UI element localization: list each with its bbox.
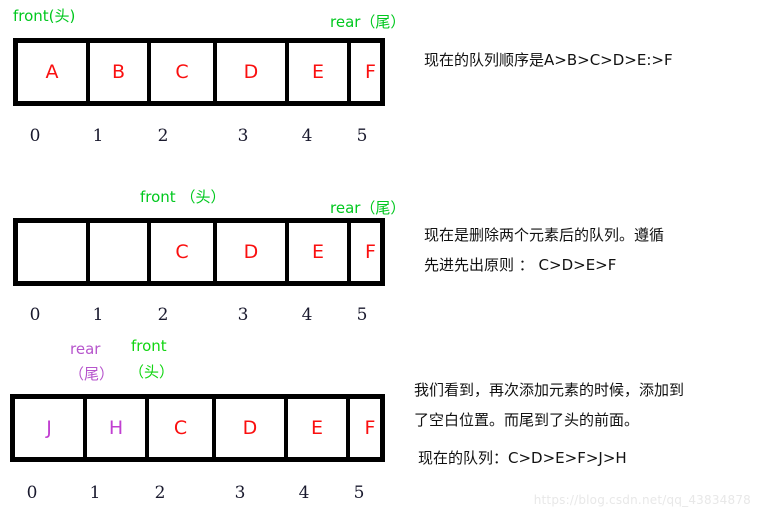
queue-cell: E: [289, 223, 347, 281]
index-label-3: 3: [234, 483, 246, 503]
cell-value: C: [175, 240, 189, 263]
cell-value: F: [364, 416, 376, 439]
cell-value: E: [310, 416, 323, 439]
note-after-dequeue-line1: 现在是删除两个元素后的队列。遵循: [424, 226, 665, 244]
index-label-0: 0: [29, 126, 41, 146]
index-label-4: 4: [301, 305, 313, 325]
queue-cell: [18, 223, 86, 281]
index-label-0: 0: [29, 305, 41, 325]
index-label-5: 5: [356, 305, 368, 325]
cell-value: F: [365, 240, 376, 263]
cell-value: C: [173, 416, 188, 439]
queue-cell: E: [289, 43, 347, 101]
index-label-0: 0: [26, 483, 38, 503]
index-label-2: 2: [157, 126, 169, 146]
cell-value: B: [111, 60, 126, 83]
queue-cell: D: [216, 399, 284, 457]
cell-value: D: [243, 240, 259, 263]
row2-rear-label: rear（尾）: [330, 199, 406, 217]
index-label-3: 3: [237, 305, 249, 325]
note-after-dequeue-line2: 先进先出原则 ： C>D>E>F: [424, 256, 617, 274]
queue-cell: D: [217, 43, 285, 101]
queue-row-circular: J H C D E F: [10, 394, 385, 462]
diagram-canvas: front(头) rear（尾） A B C D E F 0 1 2 3 4 5…: [0, 0, 759, 511]
row3-rear-label-cn: （尾）: [69, 365, 115, 383]
queue-cell: C: [149, 399, 212, 457]
queue-cell: B: [90, 43, 147, 101]
queue-cell: C: [151, 223, 213, 281]
index-label-1: 1: [89, 483, 101, 503]
index-label-3: 3: [237, 126, 249, 146]
cell-value: F: [365, 60, 376, 83]
cell-value: D: [242, 416, 258, 439]
queue-cell: D: [217, 223, 285, 281]
queue-cell: H: [87, 399, 145, 457]
index-label-5: 5: [356, 126, 368, 146]
index-label-2: 2: [154, 483, 166, 503]
note-initial-queue-line1: 现在的队列顺序是A>B>C>D>E:>F: [424, 51, 673, 69]
row1-rear-label: rear（尾）: [330, 13, 406, 31]
queue-cell: J: [15, 399, 83, 457]
cell-value: E: [311, 60, 324, 83]
note-circular-line2: 了空白位置。而尾到了头的前面。: [414, 411, 640, 429]
queue-row-after-dequeue: C D E F: [13, 218, 385, 286]
index-label-4: 4: [301, 126, 313, 146]
cell-value: E: [311, 240, 324, 263]
queue-cell: F: [350, 399, 390, 457]
row3-rear-label: rear: [70, 340, 101, 358]
index-label-1: 1: [92, 126, 104, 146]
cell-value: A: [45, 60, 59, 83]
note-circular-line1: 我们看到，再次添加元素的时候，添加到: [414, 381, 685, 399]
cell-value: H: [108, 416, 124, 439]
cell-value: D: [243, 60, 259, 83]
row3-front-label: front: [131, 337, 167, 355]
cell-value: C: [175, 60, 189, 83]
index-label-5: 5: [353, 483, 365, 503]
cell-value: J: [46, 416, 52, 439]
note-circular-line3: 现在的队列：C>D>E>F>J>H: [418, 449, 627, 467]
queue-cell: [90, 223, 147, 281]
row1-front-label: front(头): [13, 7, 76, 25]
row3-front-label-cn: （头）: [129, 363, 175, 381]
queue-row-initial: A B C D E F: [13, 38, 385, 106]
queue-cell: C: [151, 43, 213, 101]
csdn-watermark: https://blog.csdn.net/qq_43834878: [533, 493, 751, 507]
index-label-4: 4: [298, 483, 310, 503]
queue-cell: F: [351, 223, 390, 281]
index-label-2: 2: [157, 305, 169, 325]
queue-cell: A: [18, 43, 86, 101]
row2-front-label: front （头）: [140, 188, 226, 206]
index-label-1: 1: [92, 305, 104, 325]
queue-cell: E: [288, 399, 346, 457]
queue-cell: F: [351, 43, 390, 101]
